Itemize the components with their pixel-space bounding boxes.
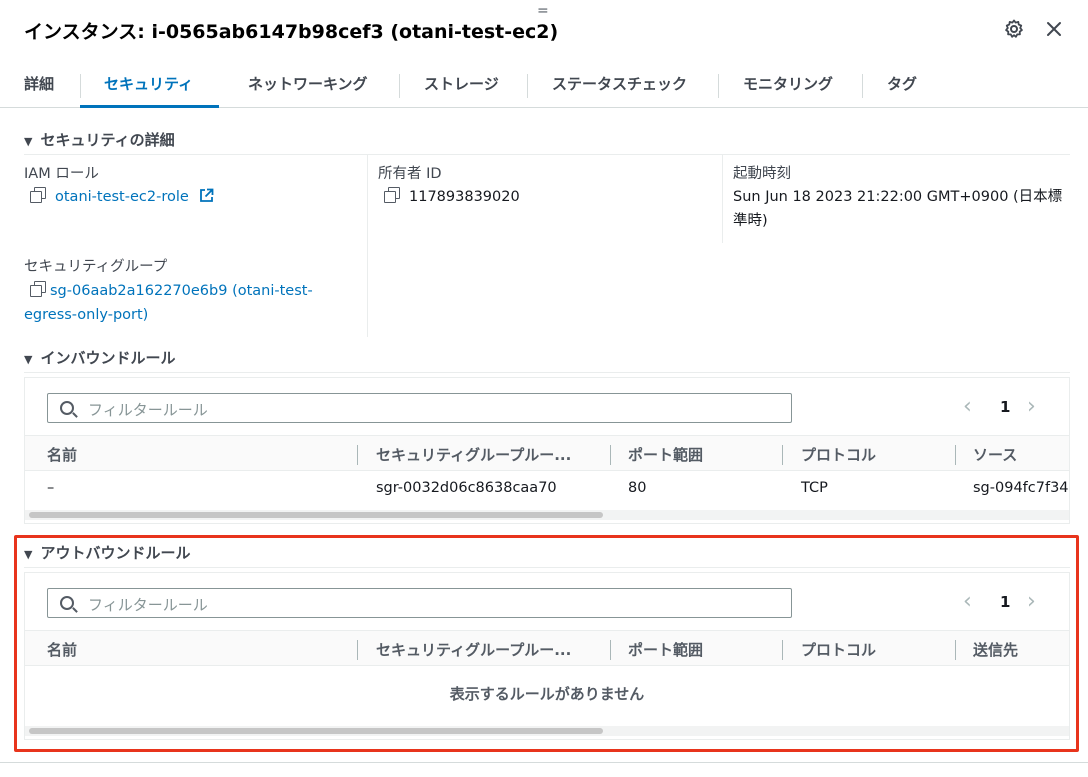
divider [24, 372, 1070, 373]
close-icon[interactable] [1041, 16, 1067, 42]
tab-tags[interactable]: タグ [887, 62, 917, 108]
col-port-range[interactable]: ポート範囲 [628, 444, 703, 465]
launch-time-line-2: 準時) [733, 213, 768, 229]
owner-id-value: 117893839020 [384, 185, 520, 209]
col-protocol[interactable]: プロトコル [801, 444, 876, 465]
iam-role-label: IAM ロール [24, 166, 99, 182]
security-group-label: セキュリティグループ [24, 259, 168, 275]
instance-title-text: インスタンス: i-0565ab6147b98cef3 (otani-test-… [24, 21, 559, 43]
chevron-right-icon[interactable]: › [1027, 393, 1036, 421]
page-title: インスタンス: i-0565ab6147b98cef3 (otani-test-… [24, 3, 559, 44]
launch-time-value: Sun Jun 18 2023 21:22:00 GMT+0900 (日本標 準… [733, 185, 1062, 233]
cell-rule-id: sgr-0032d06c8638caa70 [376, 480, 557, 496]
iam-role-link[interactable]: otani-test-ec2-role [55, 189, 189, 205]
security-group-value: sg-06aab2a162270e6b9 (otani-test- egress… [24, 279, 313, 327]
tab-security[interactable]: セキュリティ [79, 62, 220, 108]
divider [24, 154, 1070, 155]
column-divider [367, 155, 368, 337]
inbound-pagination: ‹ 1 › [959, 393, 1049, 423]
page-number[interactable]: 1 [1000, 398, 1010, 416]
outbound-highlight-box [14, 535, 1079, 752]
inbound-rules-table: フィルタールール ‹ 1 › 名前 セキュリティグループルー... ポート範囲 … [24, 377, 1070, 524]
tab-monitoring[interactable]: モニタリング [743, 62, 833, 108]
chevron-left-icon[interactable]: ‹ [963, 393, 972, 421]
tab-status-checks[interactable]: ステータスチェック [552, 62, 687, 108]
iam-role-value: otani-test-ec2-role [30, 185, 214, 211]
external-link-icon[interactable] [199, 187, 214, 211]
column-resizer[interactable] [357, 445, 358, 465]
col-rule-id[interactable]: セキュリティグループルー... [376, 444, 571, 465]
bottom-divider [0, 762, 1088, 763]
col-source[interactable]: ソース [973, 444, 1017, 465]
table-row: – sgr-0032d06c8638caa70 80 TCP sg-094fc7… [25, 472, 1069, 508]
inbound-rules-heading[interactable]: ▼ インバウンドルール [24, 347, 175, 368]
cell-protocol: TCP [801, 480, 828, 496]
tab-networking[interactable]: ネットワーキング [248, 62, 368, 108]
security-details-heading[interactable]: ▼ セキュリティの詳細 [24, 129, 175, 150]
tab-details[interactable]: 詳細 [24, 62, 54, 108]
column-resizer[interactable] [610, 445, 611, 465]
owner-id-label: 所有者 ID [378, 166, 442, 182]
copy-icon[interactable] [30, 187, 46, 203]
table-header: 名前 セキュリティグループルー... ポート範囲 プロトコル ソース [25, 435, 1069, 471]
tab-divider [399, 74, 400, 98]
scrollbar-thumb[interactable] [29, 512, 603, 518]
horizontal-scrollbar[interactable] [25, 510, 1069, 520]
search-icon [60, 401, 74, 415]
column-resizer[interactable] [782, 445, 783, 465]
copy-icon[interactable] [384, 187, 400, 203]
tab-storage[interactable]: ストレージ [424, 62, 499, 108]
copy-icon[interactable] [30, 281, 46, 297]
gear-icon[interactable] [1001, 16, 1027, 42]
launch-time-line-1: Sun Jun 18 2023 21:22:00 GMT+0900 (日本標 [733, 189, 1063, 205]
tab-divider [862, 74, 863, 98]
panel-header: インスタンス: i-0565ab6147b98cef3 (otani-test-… [0, 0, 1088, 60]
section-title: インバウンドルール [40, 349, 176, 367]
search-placeholder: フィルタールール [88, 401, 208, 419]
cell-name: – [47, 480, 55, 496]
caret-down-icon: ▼ [24, 135, 33, 148]
security-group-link[interactable]: sg-06aab2a162270e6b9 (otani-test- [50, 283, 313, 299]
security-group-link-cont[interactable]: egress-only-port) [24, 303, 313, 327]
cell-source-link[interactable]: sg-094fc7f34 [973, 480, 1069, 496]
section-title: セキュリティの詳細 [40, 131, 175, 149]
tab-divider [527, 74, 528, 98]
column-divider [722, 155, 723, 243]
owner-id-text: 117893839020 [409, 189, 520, 205]
col-name[interactable]: 名前 [47, 444, 77, 465]
cell-port: 80 [628, 480, 647, 496]
tab-divider [718, 74, 719, 98]
column-resizer[interactable] [955, 445, 956, 465]
caret-down-icon: ▼ [24, 353, 33, 366]
tab-bar: 詳細 セキュリティ ネットワーキング ストレージ ステータスチェック モニタリン… [0, 62, 1088, 108]
inbound-filter-input[interactable]: フィルタールール [47, 393, 792, 423]
drag-handle-icon[interactable]: = [537, 3, 549, 19]
launch-time-label: 起動時刻 [733, 166, 791, 182]
tab-divider [80, 74, 81, 98]
